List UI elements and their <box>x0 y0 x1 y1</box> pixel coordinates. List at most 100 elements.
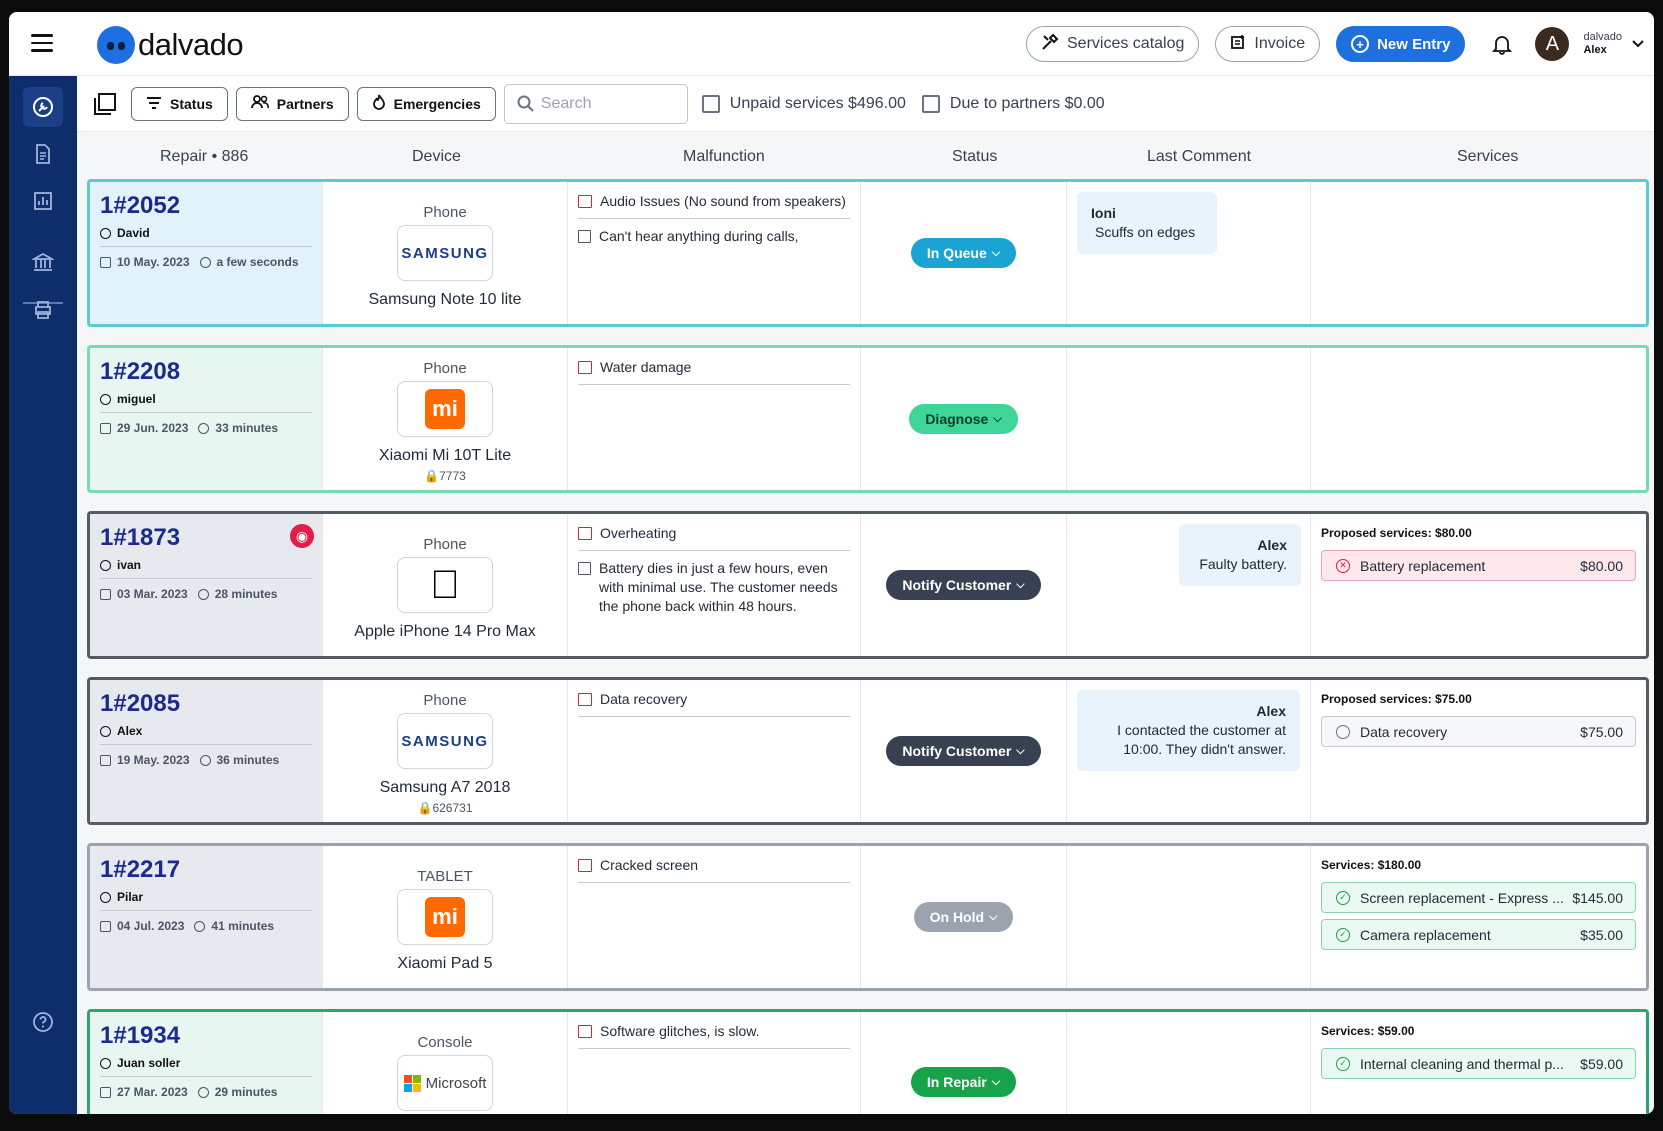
unpaid-services-checkbox[interactable]: Unpaid services $496.00 <box>701 94 906 113</box>
help-icon <box>33 1012 53 1032</box>
header-device[interactable]: Device <box>412 148 461 166</box>
repair-id[interactable]: 1#1873 <box>100 524 312 552</box>
service-item[interactable]: ✕ Battery replacement $80.00 <box>1321 550 1636 581</box>
search-box[interactable] <box>503 83 688 124</box>
layout-toggle-icon[interactable] <box>93 92 117 116</box>
malfunction-text: Software glitches, is slow. <box>600 1023 760 1039</box>
table-row[interactable]: 1#2217 Pilar 04 Jul. 2023 41 minutes TABL… <box>87 843 1649 991</box>
user-name: Alex <box>1583 44 1607 56</box>
header-malfunction[interactable]: Malfunction <box>683 148 765 166</box>
last-comment[interactable]: Alex Faulty battery. <box>1179 524 1301 586</box>
last-comment[interactable]: Alex I contacted the customer at 10:00. … <box>1077 690 1300 771</box>
chevron-down-icon: ⌵ <box>1016 744 1025 757</box>
repair-id[interactable]: 1#2208 <box>100 358 312 386</box>
emergency-flame-icon: ◉ <box>290 524 314 548</box>
device-pin: 🔒7773 <box>424 469 466 483</box>
logo[interactable]: dalvado <box>97 26 244 64</box>
flag-icon <box>578 527 592 540</box>
device-pin: 🔒626731 <box>417 801 473 815</box>
service-item[interactable]: ✓ Screen replacement - Express ... $145.… <box>1321 882 1636 913</box>
repair-id[interactable]: 1#2052 <box>100 192 312 220</box>
services-catalog-button[interactable]: Services catalog <box>1026 26 1200 62</box>
header-repair[interactable]: Repair • 886 <box>160 148 248 166</box>
header-last-comment[interactable]: Last Comment <box>1147 148 1251 166</box>
checkbox-box[interactable] <box>921 94 940 113</box>
repair-date: 19 May. 2023 <box>117 753 190 767</box>
status-badge[interactable]: Diagnose ⌵ <box>909 404 1018 434</box>
status-cell: In Repair ⌵ <box>861 1012 1067 1114</box>
comment-cell: Alex I contacted the customer at 10:00. … <box>1067 680 1311 822</box>
repair-date: 03 Mar. 2023 <box>117 587 188 601</box>
status-badge[interactable]: On Hold ⌵ <box>913 902 1014 932</box>
sidebar-item-reports[interactable] <box>23 181 63 221</box>
sidebar-item-bank[interactable] <box>23 242 63 282</box>
repair-id[interactable]: 1#2217 <box>100 856 312 884</box>
table-row[interactable]: 1#2208 miguel 29 Jun. 2023 33 minutes Pho… <box>87 345 1649 493</box>
device-cell: Phone  Apple iPhone 14 Pro Max <box>323 514 568 656</box>
service-price: $145.00 <box>1572 889 1623 906</box>
partners-filter-button[interactable]: Partners <box>235 86 349 121</box>
filter-lines-icon <box>146 96 162 112</box>
menu-icon[interactable] <box>31 34 53 52</box>
sidebar-item-help[interactable] <box>23 1002 63 1042</box>
due-partners-checkbox[interactable]: Due to partners $0.00 <box>921 94 1105 113</box>
services-cell: Proposed services: $75.00 Data recovery … <box>1311 680 1646 822</box>
brand-logo-text: Microsoft <box>425 1074 487 1092</box>
sidebar-item-repairs[interactable] <box>23 87 63 127</box>
device-type: Phone <box>423 204 467 221</box>
chevron-down-icon[interactable] <box>1632 37 1644 51</box>
malfunction: Audio Issues (No sound from speakers) <box>578 192 850 219</box>
repair-id-cell: 1#1934 Juan soller 27 Mar. 2023 29 minute… <box>90 1012 323 1114</box>
emergencies-filter-button[interactable]: Emergencies <box>356 86 496 121</box>
new-entry-button[interactable]: + New Entry <box>1336 26 1466 62</box>
device-pin-value: 626731 <box>432 801 473 815</box>
user-info[interactable]: dalvado Alex <box>1583 31 1622 57</box>
malfunction-text: Data recovery <box>600 691 688 707</box>
bank-icon <box>32 252 54 271</box>
search-input[interactable] <box>540 94 671 113</box>
status-badge[interactable]: Notify Customer ⌵ <box>886 736 1041 766</box>
repair-id[interactable]: 1#1934 <box>100 1022 312 1050</box>
services-cell: Services: $180.00 ✓ Screen replacement -… <box>1311 846 1646 988</box>
last-comment[interactable]: Ioni Scuffs on edges <box>1077 192 1217 254</box>
header-services[interactable]: Services <box>1457 148 1518 166</box>
service-item[interactable]: ✓ Internal cleaning and thermal p... $59… <box>1321 1048 1636 1079</box>
repair-age: 33 minutes <box>215 421 279 435</box>
calendar-icon <box>100 422 111 434</box>
table-row[interactable]: 1#1934 Juan soller 27 Mar. 2023 29 minute… <box>87 1009 1649 1114</box>
avatar[interactable]: A <box>1535 27 1570 61</box>
status-badge[interactable]: In Queue ⌵ <box>910 238 1017 268</box>
table-row[interactable]: 1#2052 David 10 May. 2023 a few seconds P… <box>87 179 1649 327</box>
customer-name: Pilar <box>117 890 144 904</box>
note-icon <box>578 562 591 575</box>
malfunction: Water damage <box>578 358 850 385</box>
service-item[interactable]: Data recovery $75.00 <box>1321 716 1636 747</box>
repair-id-cell: 1#2085 Alex 19 May. 2023 36 minutes <box>90 680 323 822</box>
header-status[interactable]: Status <box>952 148 997 166</box>
status-badge[interactable]: In Repair ⌵ <box>910 1067 1017 1097</box>
table-row[interactable]: 1#1873 ◉ ivan 03 Mar. 2023 28 minutes Pho… <box>87 511 1649 659</box>
malfunction-cell: Audio Issues (No sound from speakers) Ca… <box>568 182 861 324</box>
services-total: Services: $180.00 <box>1321 858 1422 872</box>
calendar-icon <box>100 754 111 766</box>
sidebar-item-print[interactable] <box>23 290 63 330</box>
checkbox-box[interactable] <box>701 94 720 113</box>
status-label: Notify Customer <box>902 743 1012 759</box>
device-cell: Phone SAMSUNG Samsung A7 2018 🔒626731 <box>323 680 568 822</box>
customer-name: miguel <box>117 392 156 406</box>
xiaomi-logo: mi <box>397 889 493 945</box>
repair-id[interactable]: 1#2085 <box>100 690 312 718</box>
bell-icon[interactable] <box>1491 33 1513 55</box>
service-name: Battery replacement <box>1360 557 1486 574</box>
repair-meta: 27 Mar. 2023 29 minutes <box>100 1085 312 1099</box>
table-row[interactable]: 1#2085 Alex 19 May. 2023 36 minutes Phone… <box>87 677 1649 825</box>
microsoft-logo: Microsoft <box>397 1055 493 1111</box>
chevron-down-icon: ⌵ <box>991 1075 1001 1088</box>
service-item[interactable]: ✓ Camera replacement $35.00 <box>1321 919 1636 950</box>
pending-circle-icon <box>1336 724 1350 739</box>
invoice-button[interactable]: Invoice <box>1215 26 1321 62</box>
status-filter-button[interactable]: Status <box>131 86 228 121</box>
status-badge[interactable]: Notify Customer ⌵ <box>886 570 1041 600</box>
brand-logo-text: SAMSUNG <box>401 244 489 262</box>
sidebar-item-documents[interactable] <box>23 134 63 174</box>
